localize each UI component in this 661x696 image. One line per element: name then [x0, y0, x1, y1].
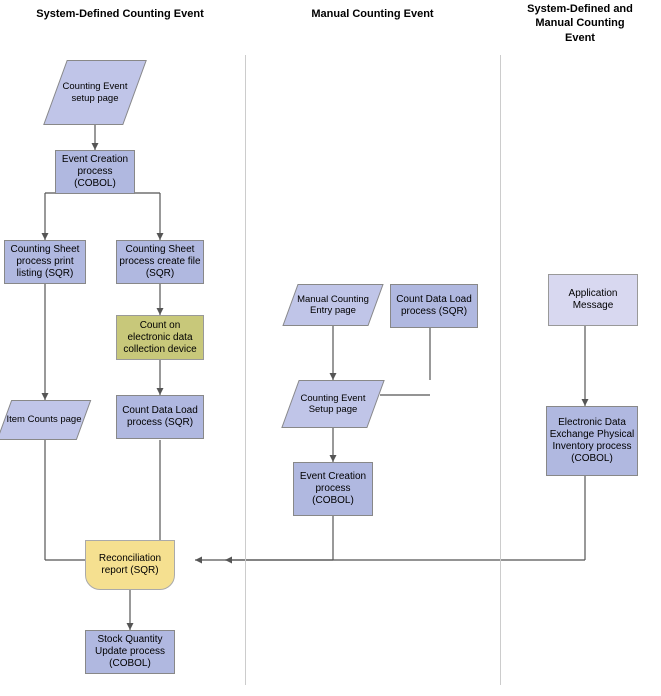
count-data-load-1-shape: Count Data Load process (SQR) [116, 395, 204, 439]
event-creation-2-shape: Event Creation process (COBOL) [293, 462, 373, 516]
manual-counting-entry-shape: Manual Counting Entry page [290, 284, 376, 326]
count-on-device-label: Count on electronic data collection devi… [117, 320, 203, 356]
count-on-device-shape: Count on electronic data collection devi… [116, 315, 204, 360]
event-creation-1-shape: Event Creation process (COBOL) [55, 150, 135, 194]
counting-event-setup-shape: Counting Event setup page [55, 60, 135, 125]
event-creation-1-label: Event Creation process (COBOL) [56, 154, 134, 190]
diagram-container: System-Defined Counting Event Manual Cou… [0, 0, 661, 696]
counting-sheet-print-shape: Counting Sheet process print listing (SQ… [4, 240, 86, 284]
counting-event-setup2-label: Counting Event Setup page [290, 393, 376, 416]
counting-sheet-file-label: Counting Sheet process create file (SQR) [117, 244, 203, 280]
header-col2: Manual Counting Event [250, 8, 495, 20]
counting-event-setup-label: Counting Event setup page [55, 79, 135, 106]
count-data-load-2-label: Count Data Load process (SQR) [391, 294, 477, 318]
event-creation-2-label: Event Creation process (COBOL) [294, 471, 372, 507]
item-counts-label: Item Counts page [7, 414, 82, 425]
stock-quantity-label: Stock Quantity Update process (COBOL) [86, 634, 174, 670]
application-message-label: Application Message [549, 288, 637, 312]
counting-sheet-file-shape: Counting Sheet process create file (SQR) [116, 240, 204, 284]
reconciliation-label: Reconciliation report (SQR) [86, 553, 174, 577]
header-col1: System-Defined Counting Event [5, 8, 235, 20]
edi-process-label: Electronic Data Exchange Physical Invent… [547, 417, 637, 465]
application-message-shape: Application Message [548, 274, 638, 326]
counting-sheet-print-label: Counting Sheet process print listing (SQ… [5, 244, 85, 280]
manual-counting-entry-label: Manual Counting Entry page [290, 294, 376, 317]
item-counts-shape: Item Counts page [4, 400, 84, 440]
header-col3: System-Defined and Manual Counting Event [505, 2, 655, 45]
count-data-load-2-shape: Count Data Load process (SQR) [390, 284, 478, 328]
edi-process-shape: Electronic Data Exchange Physical Invent… [546, 406, 638, 476]
count-data-load-1-label: Count Data Load process (SQR) [117, 405, 203, 429]
counting-event-setup2-shape: Counting Event Setup page [290, 380, 376, 428]
divider-2 [500, 55, 501, 685]
divider-1 [245, 55, 246, 685]
reconciliation-shape: Reconciliation report (SQR) [85, 540, 175, 590]
stock-quantity-shape: Stock Quantity Update process (COBOL) [85, 630, 175, 674]
